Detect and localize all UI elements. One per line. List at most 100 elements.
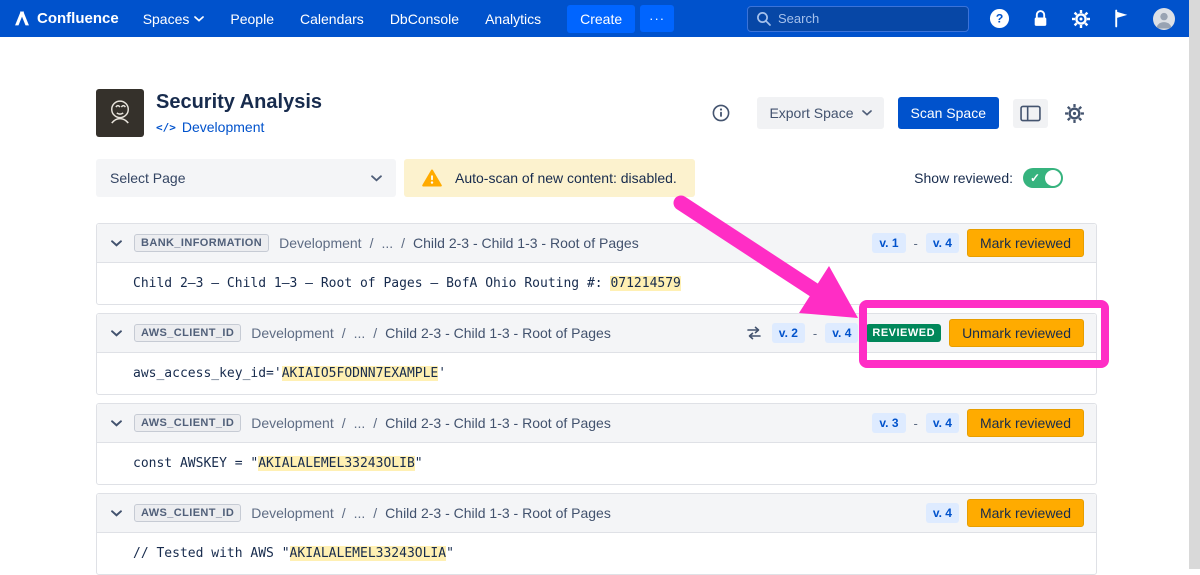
confluence-logo-icon — [14, 11, 30, 26]
nav-item-dbconsole[interactable]: DbConsole — [390, 11, 459, 27]
chevron-down-icon[interactable] — [109, 508, 124, 519]
breadcrumb-ellipsis[interactable]: ... — [354, 415, 366, 431]
space-link[interactable]: Development — [182, 119, 265, 135]
version-from-chip[interactable]: v. 1 — [872, 233, 905, 253]
findings-list: BANK_INFORMATION Development / ... / Chi… — [96, 223, 1097, 575]
page-title: Security Analysis — [156, 91, 322, 114]
breadcrumb-space-link[interactable]: Development — [251, 505, 334, 521]
global-search[interactable] — [747, 6, 969, 32]
code-highlight: AKIAIO5FODNN7EXAMPLE — [282, 366, 439, 381]
more-actions-button[interactable]: ··· — [640, 5, 674, 32]
version-separator: - — [914, 416, 918, 431]
nav-item-analytics[interactable]: Analytics — [485, 11, 541, 27]
scan-space-button[interactable]: Scan Space — [898, 97, 1000, 129]
breadcrumb: Development / ... / Child 2-3 - Child 1-… — [251, 325, 611, 341]
info-icon[interactable] — [711, 103, 731, 123]
version-to-chip[interactable]: v. 4 — [825, 323, 858, 343]
finding-code: Child 2–3 – Child 1–3 – Root of Pages – … — [97, 262, 1096, 304]
breadcrumb-separator: / — [342, 505, 346, 521]
select-page-dropdown[interactable]: Select Page — [96, 159, 396, 197]
avatar[interactable] — [1152, 7, 1176, 31]
code-text: ' — [438, 366, 446, 381]
breadcrumb-separator: / — [373, 415, 377, 431]
toggle-knob — [1045, 170, 1061, 186]
compare-changes-icon[interactable] — [746, 325, 762, 341]
code-space-icon: </> — [156, 121, 176, 134]
chevron-down-icon[interactable] — [109, 238, 124, 249]
nav-item-spaces[interactable]: Spaces — [143, 11, 205, 27]
space-settings-gear-icon[interactable] — [1062, 101, 1087, 126]
show-reviewed-control: Show reviewed: ✓ — [914, 168, 1063, 188]
chevron-down-icon — [862, 110, 872, 116]
version-to-chip[interactable]: v. 4 — [926, 233, 959, 253]
confluence-logo-brand[interactable]: Confluence — [14, 10, 119, 27]
mark-reviewed-button[interactable]: Mark reviewed — [967, 409, 1084, 437]
finding-header: AWS_CLIENT_ID Development / ... / Child … — [97, 494, 1096, 532]
breadcrumb-page-link[interactable]: Child 2-3 - Child 1-3 - Root of Pages — [385, 505, 611, 521]
flag-icon[interactable] — [1113, 9, 1130, 28]
top-navbar: Confluence Spaces People Calendars DbCon… — [0, 0, 1200, 37]
chevron-down-icon[interactable] — [109, 328, 124, 339]
code-text: Child 2–3 – Child 1–3 – Root of Pages – … — [133, 276, 610, 291]
breadcrumb: Development / ... / Child 2-3 - Child 1-… — [251, 505, 611, 521]
version-from-chip[interactable]: v. 3 — [872, 413, 905, 433]
unmark-reviewed-button[interactable]: Unmark reviewed — [949, 319, 1084, 347]
breadcrumb-space-link[interactable]: Development — [279, 235, 362, 251]
finding-card-bank-information: BANK_INFORMATION Development / ... / Chi… — [96, 223, 1097, 305]
breadcrumb-separator: / — [342, 325, 346, 341]
lock-icon[interactable] — [1032, 9, 1049, 28]
finding-card-aws-client-id-reviewed: AWS_CLIENT_ID Development / ... / Child … — [96, 313, 1097, 395]
finding-type-badge: AWS_CLIENT_ID — [134, 324, 241, 342]
check-icon: ✓ — [1030, 170, 1040, 186]
gear-icon[interactable] — [1071, 9, 1091, 29]
show-reviewed-toggle[interactable]: ✓ — [1023, 168, 1063, 188]
breadcrumb-space-link[interactable]: Development — [251, 325, 334, 341]
breadcrumb-page-link[interactable]: Child 2-3 - Child 1-3 - Root of Pages — [385, 325, 611, 341]
finding-type-badge: AWS_CLIENT_ID — [134, 414, 241, 432]
brand-label: Confluence — [37, 10, 119, 27]
breadcrumb-page-link[interactable]: Child 2-3 - Child 1-3 - Root of Pages — [413, 235, 639, 251]
version-to-chip[interactable]: v. 4 — [926, 503, 959, 523]
nav-item-people[interactable]: People — [230, 11, 274, 27]
breadcrumb-page-link[interactable]: Child 2-3 - Child 1-3 - Root of Pages — [385, 415, 611, 431]
finding-type-badge: BANK_INFORMATION — [134, 234, 269, 252]
autoscan-warning-banner: Auto-scan of new content: disabled. — [404, 159, 695, 197]
mark-reviewed-button[interactable]: Mark reviewed — [967, 229, 1084, 257]
breadcrumb-ellipsis[interactable]: ... — [381, 235, 393, 251]
space-header: Security Analysis </> Development Export… — [96, 89, 1097, 137]
breadcrumb-separator: / — [373, 505, 377, 521]
finding-code: aws_access_key_id='AKIAIO5FODNN7EXAMPLE' — [97, 352, 1096, 394]
breadcrumb-separator: / — [342, 415, 346, 431]
export-space-button[interactable]: Export Space — [757, 97, 883, 129]
nav-item-calendars[interactable]: Calendars — [300, 11, 364, 27]
breadcrumb-ellipsis[interactable]: ... — [354, 325, 366, 341]
version-from-chip[interactable]: v. 2 — [772, 323, 805, 343]
warning-icon — [422, 169, 442, 187]
search-input[interactable] — [778, 11, 960, 26]
code-highlight: AKIALALEMEL33243OLIA — [290, 546, 447, 561]
mark-reviewed-button[interactable]: Mark reviewed — [967, 499, 1084, 527]
controls-row: Select Page Auto-scan of new content: di… — [96, 159, 1097, 197]
breadcrumb: Development / ... / Child 2-3 - Child 1-… — [279, 235, 639, 251]
help-icon[interactable]: ? — [989, 8, 1010, 29]
svg-text:?: ? — [996, 12, 1004, 26]
breadcrumb-ellipsis[interactable]: ... — [354, 505, 366, 521]
code-text: " — [446, 546, 454, 561]
scrollbar-track[interactable] — [1189, 0, 1200, 569]
finding-type-badge: AWS_CLIENT_ID — [134, 504, 241, 522]
layout-columns-button[interactable] — [1013, 99, 1048, 128]
space-link-row: </> Development — [156, 119, 322, 135]
space-avatar[interactable] — [96, 89, 144, 137]
finding-code: const AWSKEY = "AKIALALEMEL33243OLIB" — [97, 442, 1096, 484]
version-to-chip[interactable]: v. 4 — [926, 413, 959, 433]
finding-card-aws-client-id-2: AWS_CLIENT_ID Development / ... / Child … — [96, 403, 1097, 485]
select-page-label: Select Page — [110, 170, 186, 186]
version-separator: - — [914, 236, 918, 251]
search-icon — [756, 11, 772, 27]
finding-header: AWS_CLIENT_ID Development / ... / Child … — [97, 404, 1096, 442]
breadcrumb-space-link[interactable]: Development — [251, 415, 334, 431]
chevron-down-icon[interactable] — [109, 418, 124, 429]
breadcrumb-separator: / — [373, 325, 377, 341]
code-text: " — [415, 456, 423, 471]
create-button[interactable]: Create — [567, 5, 635, 33]
